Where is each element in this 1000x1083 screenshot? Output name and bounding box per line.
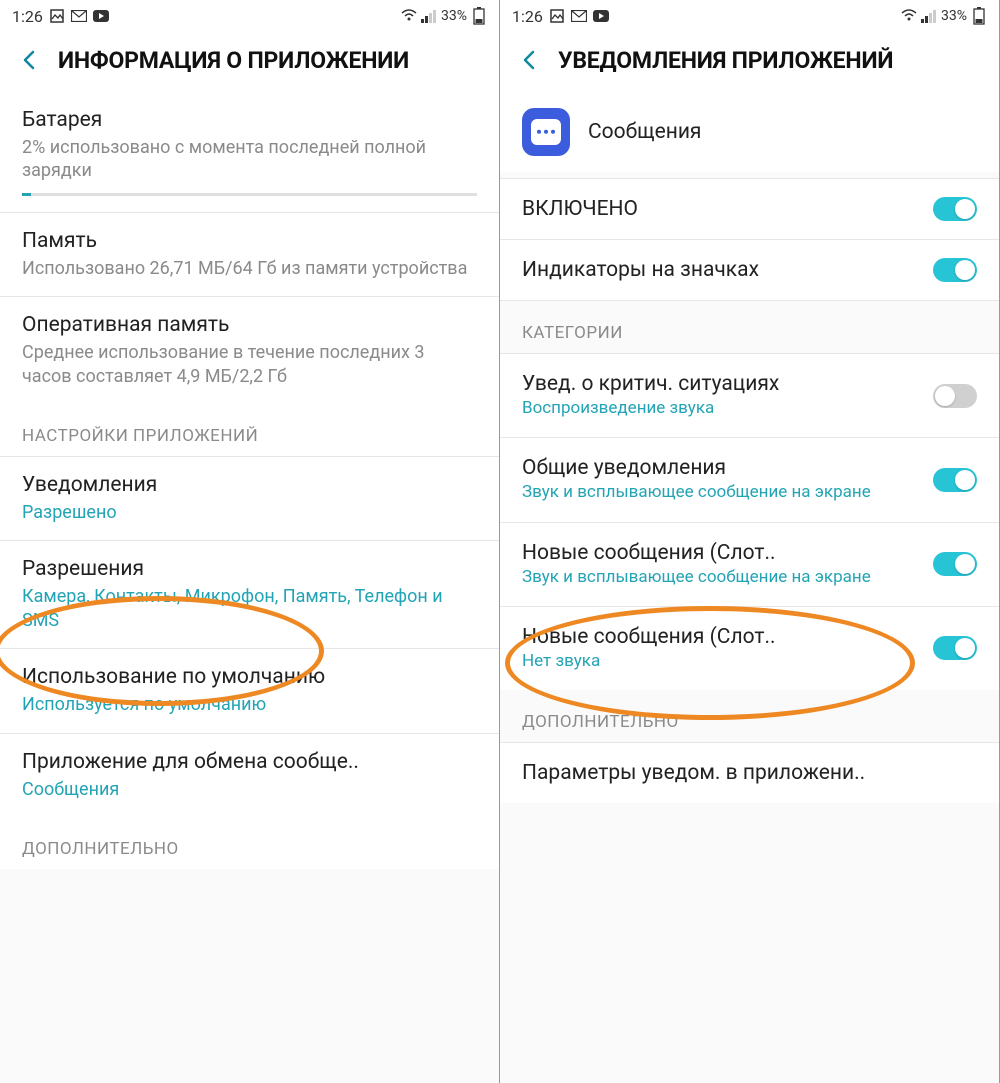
- signal-icon: [921, 9, 937, 23]
- section-more: ДОПОЛНИТЕЛЬНО: [0, 817, 499, 869]
- signal-icon: [421, 9, 437, 23]
- battery-icon: [971, 9, 987, 23]
- messages-app-icon: [522, 108, 570, 156]
- notif-settings-in-app[interactable]: Параметры уведом. в приложени..: [500, 743, 999, 803]
- default-usage-item[interactable]: Использование по умолчанию Используется …: [0, 649, 499, 733]
- toggle[interactable]: [933, 636, 977, 660]
- app-identity-row: Сообщения: [500, 92, 999, 172]
- item-title: Приложение для обмена сообще..: [22, 750, 477, 774]
- item-sub: 2% использовано с момента последней полн…: [22, 136, 477, 183]
- battery-icon: [471, 9, 487, 23]
- toggle[interactable]: [933, 552, 977, 576]
- youtube-icon: [93, 9, 109, 23]
- item-sub: Использовано 26,71 МБ/64 Гб из памяти ус…: [22, 257, 477, 280]
- battery-item[interactable]: Батарея 2% использовано с момента послед…: [0, 92, 499, 213]
- item-sub: Разрешено: [22, 501, 477, 524]
- toggle[interactable]: [933, 468, 977, 492]
- status-battery-text: 33%: [941, 8, 967, 24]
- page-title: ИНФОРМАЦИЯ О ПРИЛОЖЕНИИ: [58, 47, 409, 74]
- category-new-msg-slot2[interactable]: Новые сообщения (Слот.. Нет звука: [500, 607, 999, 690]
- screen-left: 1:26 33% ИНФО: [0, 0, 500, 1083]
- row-title: Новые сообщения (Слот..: [522, 541, 921, 565]
- item-sub: Сообщения: [22, 778, 477, 801]
- badge-toggle[interactable]: [933, 258, 977, 282]
- row-title: Новые сообщения (Слот..: [522, 625, 921, 649]
- screenshot-icon: [49, 9, 65, 23]
- message-app-item[interactable]: Приложение для обмена сообще.. Сообщения: [0, 734, 499, 817]
- section-app-settings: НАСТРОЙКИ ПРИЛОЖЕНИЙ: [0, 404, 499, 457]
- section-categories: КАТЕГОРИИ: [500, 301, 999, 354]
- screenshot-icon: [549, 9, 565, 23]
- storage-item[interactable]: Память Использовано 26,71 МБ/64 Гб из па…: [0, 213, 499, 297]
- status-time: 1:26: [12, 7, 43, 26]
- item-title: Разрешения: [22, 557, 477, 581]
- back-button[interactable]: [16, 46, 44, 74]
- row-sub: Звук и всплывающее сообщение на экране: [522, 567, 921, 588]
- status-bar: 1:26 33%: [500, 0, 999, 32]
- status-battery-text: 33%: [441, 8, 467, 24]
- row-sub: Воспроизведение звука: [522, 398, 921, 419]
- item-sub: Используется по умолчанию: [22, 693, 477, 716]
- section-more: ДОПОЛНИТЕЛЬНО: [500, 690, 999, 743]
- status-time: 1:26: [512, 7, 543, 26]
- wifi-icon: [901, 9, 917, 23]
- enabled-toggle[interactable]: [933, 197, 977, 221]
- notifications-item[interactable]: Уведомления Разрешено: [0, 457, 499, 541]
- row-title: Индикаторы на значках: [522, 258, 921, 282]
- battery-progress: [22, 193, 477, 196]
- row-sub: Звук и всплывающее сообщение на экране: [522, 482, 921, 503]
- item-title: Использование по умолчанию: [22, 665, 477, 689]
- enabled-label: ВКЛЮЧЕНО: [522, 197, 638, 221]
- back-button[interactable]: [516, 46, 544, 74]
- item-sub: Среднее использование в течение последни…: [22, 341, 477, 388]
- wifi-icon: [401, 9, 417, 23]
- row-title: Общие уведомления: [522, 456, 921, 480]
- category-new-msg-slot1[interactable]: Новые сообщения (Слот.. Звук и всплывающ…: [500, 523, 999, 607]
- youtube-icon: [593, 9, 609, 23]
- item-title: Оперативная память: [22, 313, 477, 337]
- ram-item[interactable]: Оперативная память Среднее использование…: [0, 297, 499, 404]
- page-title: УВЕДОМЛЕНИЯ ПРИЛОЖЕНИЙ: [558, 47, 893, 74]
- item-title: Батарея: [22, 108, 477, 132]
- category-critical[interactable]: Увед. о критич. ситуациях Воспроизведени…: [500, 354, 999, 438]
- item-title: Уведомления: [22, 473, 477, 497]
- row-sub: Нет звука: [522, 651, 921, 672]
- badge-row[interactable]: Индикаторы на значках: [500, 240, 999, 301]
- item-sub: Камера, Контакты, Микрофон, Память, Теле…: [22, 585, 477, 632]
- toggle[interactable]: [933, 384, 977, 408]
- category-general[interactable]: Общие уведомления Звук и всплывающее соо…: [500, 438, 999, 522]
- mail-icon: [571, 9, 587, 23]
- enabled-row[interactable]: ВКЛЮЧЕНО: [500, 178, 999, 240]
- row-title: Увед. о критич. ситуациях: [522, 372, 921, 396]
- app-header: УВЕДОМЛЕНИЯ ПРИЛОЖЕНИЙ: [500, 32, 999, 92]
- app-name: Сообщения: [588, 120, 701, 144]
- row-title: Параметры уведом. в приложени..: [522, 761, 865, 785]
- mail-icon: [71, 9, 87, 23]
- status-bar: 1:26 33%: [0, 0, 499, 32]
- screen-right: 1:26 33% УВЕД: [500, 0, 1000, 1083]
- item-title: Память: [22, 229, 477, 253]
- app-header: ИНФОРМАЦИЯ О ПРИЛОЖЕНИИ: [0, 32, 499, 92]
- permissions-item[interactable]: Разрешения Камера, Контакты, Микрофон, П…: [0, 541, 499, 649]
